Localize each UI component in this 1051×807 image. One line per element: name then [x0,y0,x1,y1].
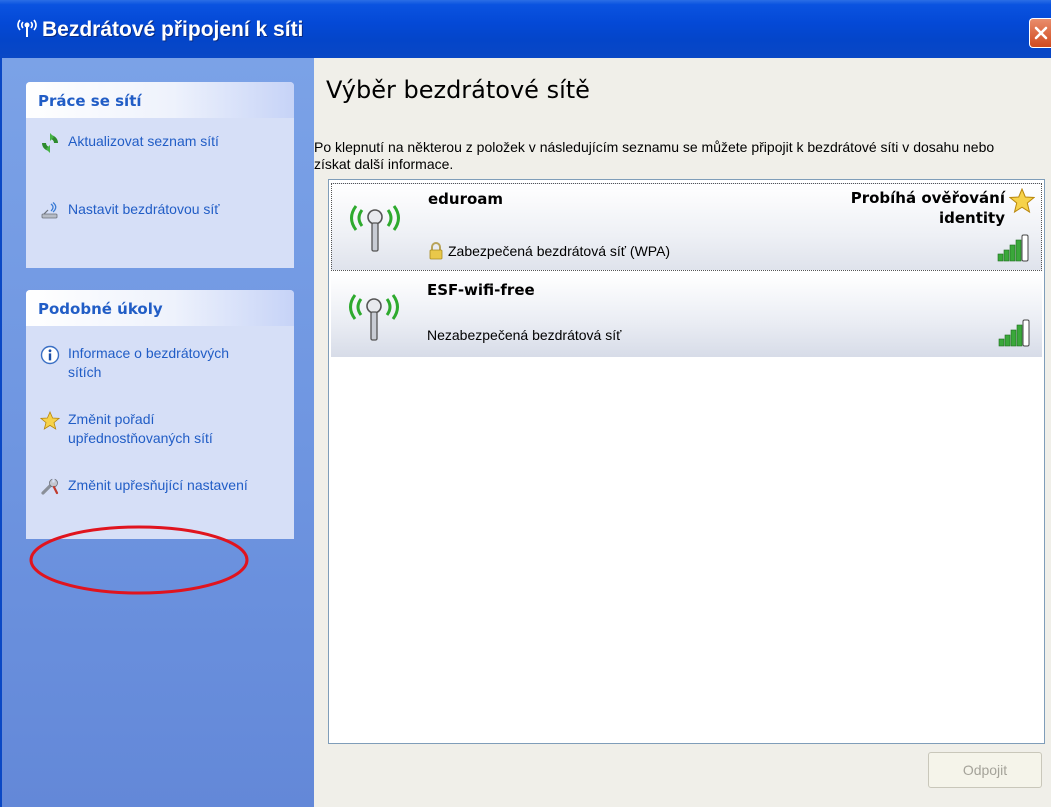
network-list[interactable]: eduroam Zabezpečená bezdrátová síť (WPA)… [328,179,1045,744]
wireless-info-label: Informace o bezdrátových sítích [68,345,230,380]
task-sidebar: Práce se sítí Aktualizovat seznam sítí N… [0,58,314,807]
network-security: Zabezpečená bezdrátová síť (WPA) [428,242,670,260]
change-advanced-settings-label: Změnit upřesňující nastavení [68,477,248,493]
close-icon [1034,26,1048,40]
wireless-network-icon [17,19,37,37]
network-tasks-header[interactable]: Práce se sítí [26,82,294,118]
network-security-label: Nezabezpečená bezdrátová síť [427,327,622,343]
refresh-network-list-label: Aktualizovat seznam sítí [68,133,219,149]
refresh-network-list-link[interactable]: Aktualizovat seznam sítí [40,132,258,153]
network-tasks-title: Práce se sítí [38,92,142,110]
star-icon [40,411,60,430]
wrench-icon [41,478,59,495]
network-ssid: eduroam [428,190,504,208]
network-item-eduroam[interactable]: eduroam Zabezpečená bezdrátová síť (WPA)… [331,183,1042,271]
network-item-esf-wifi-free[interactable]: ESF-wifi-free Nezabezpečená bezdrátová s… [331,275,1042,357]
wireless-setup-icon [41,201,58,219]
main-content: Výběr bezdrátové sítě Po klepnutí na něk… [314,58,1051,807]
wireless-antenna-icon [349,294,399,341]
network-security: Nezabezpečená bezdrátová síť [427,327,621,343]
change-advanced-settings-link[interactable]: Změnit upřesňující nastavení [40,476,258,497]
network-ssid: ESF-wifi-free [427,281,535,299]
wireless-antenna-icon [350,205,400,252]
window-title: Bezdrátové připojení k síti [42,18,304,41]
signal-strength-icon [998,319,1030,347]
lock-icon [429,242,443,260]
network-security-label: Zabezpečená bezdrátová síť (WPA) [448,243,671,259]
wireless-network-window: Bezdrátové připojení k síti Práce se sít… [0,0,1051,807]
refresh-icon [42,133,58,153]
signal-strength-icon [997,234,1029,262]
setup-wireless-network-link[interactable]: Nastavit bezdrátovou síť [40,200,258,221]
info-icon [40,345,60,365]
disconnect-button[interactable]: Odpojit [928,752,1042,788]
preferred-network-star-icon [1009,188,1035,214]
related-tasks-panel: Podobné úkoly Informace o bezdrátových s… [26,290,294,539]
connection-status: Probíhá ověřování identity [850,189,1005,227]
intro-text: Po klepnutí na některou z položek v násl… [314,139,995,172]
network-tasks-panel: Práce se sítí Aktualizovat seznam sítí N… [26,82,294,268]
wireless-info-link[interactable]: Informace o bezdrátových sítích [40,344,258,382]
title-bar[interactable]: Bezdrátové připojení k síti [0,0,1051,58]
setup-wireless-network-label: Nastavit bezdrátovou síť [68,201,220,217]
change-preferred-order-link[interactable]: Změnit pořadí upřednostňovaných sítí [40,410,258,448]
page-title: Výběr bezdrátové sítě [326,76,590,104]
related-tasks-title: Podobné úkoly [38,300,163,318]
change-preferred-order-label: Změnit pořadí upřednostňovaných sítí [68,411,213,446]
close-button[interactable] [1029,18,1051,48]
related-tasks-header[interactable]: Podobné úkoly [26,290,294,326]
